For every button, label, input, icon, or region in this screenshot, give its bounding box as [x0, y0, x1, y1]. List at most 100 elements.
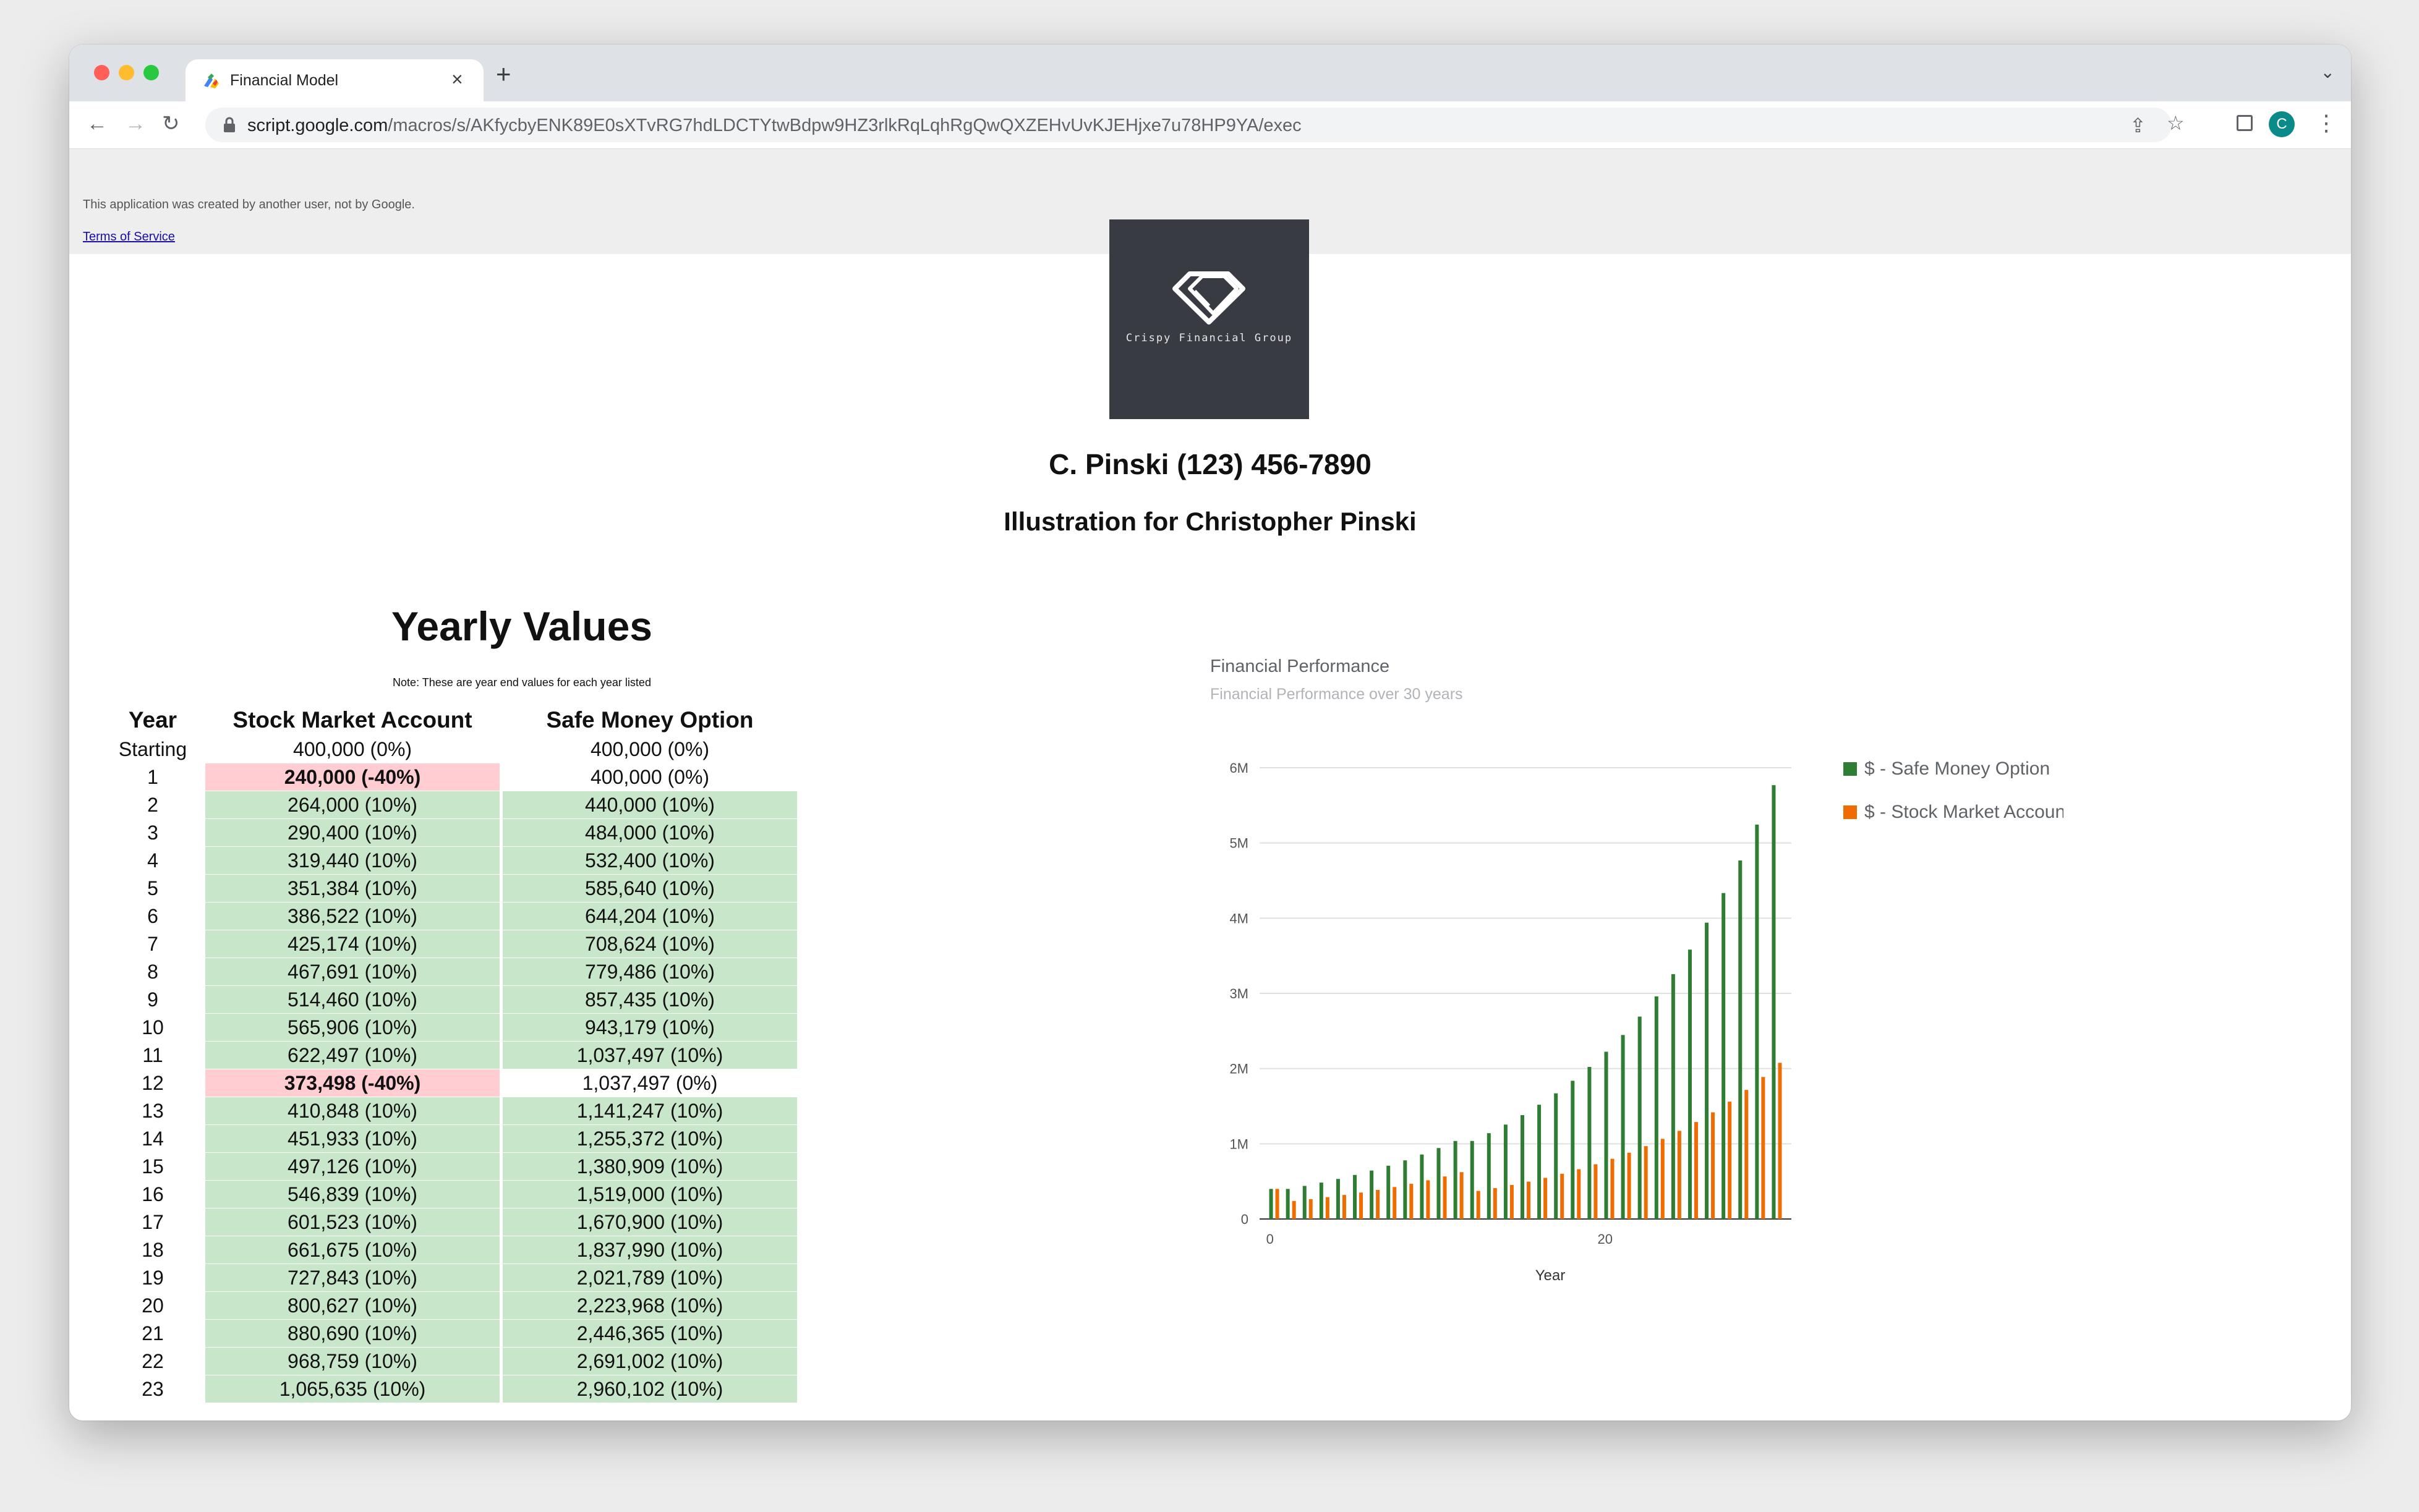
safe-value-cell: 644,204 (10%): [503, 903, 797, 930]
safe-money-bar[interactable]: [1705, 922, 1709, 1219]
safe-money-bar[interactable]: [1604, 1051, 1608, 1219]
logo-text: Crispy Financial Group: [1125, 332, 1293, 344]
url-path: /macros/s/AKfycbyENK89E0sXTvRG7hdLDCTYtw…: [388, 116, 1302, 135]
close-tab-icon[interactable]: ×: [451, 68, 463, 90]
year-cell: 12: [103, 1069, 202, 1097]
stock-market-bar[interactable]: [1560, 1173, 1564, 1219]
stock-market-bar[interactable]: [1342, 1195, 1346, 1219]
stock-market-bar[interactable]: [1660, 1139, 1665, 1219]
table-row: 7 425,174 (10%) 708,624 (10%): [103, 930, 797, 958]
stock-market-bar[interactable]: [1275, 1189, 1279, 1219]
side-panel-icon[interactable]: [2237, 115, 2253, 131]
terms-of-service-link[interactable]: Terms of Service: [83, 230, 175, 244]
safe-money-bar[interactable]: [1487, 1133, 1491, 1219]
stock-market-bar[interactable]: [1644, 1146, 1648, 1219]
stock-market-bar[interactable]: [1711, 1112, 1715, 1219]
safe-money-bar[interactable]: [1353, 1174, 1357, 1219]
stock-market-bar[interactable]: [1359, 1192, 1363, 1219]
safe-value-cell: 943,179 (10%): [503, 1014, 797, 1041]
safe-money-bar[interactable]: [1336, 1179, 1340, 1219]
safe-money-bar[interactable]: [1420, 1154, 1424, 1219]
safe-money-bar[interactable]: [1370, 1170, 1374, 1219]
legend-entry[interactable]: $ - Safe Money Option: [1864, 758, 2050, 779]
stock-market-bar[interactable]: [1476, 1191, 1480, 1219]
safe-money-bar[interactable]: [1755, 824, 1759, 1219]
y-tick-label: 0: [1241, 1212, 1248, 1227]
stock-market-bar[interactable]: [1393, 1187, 1397, 1219]
stock-market-bar[interactable]: [1426, 1180, 1430, 1219]
stock-market-bar[interactable]: [1443, 1176, 1447, 1219]
safe-money-bar[interactable]: [1503, 1124, 1508, 1219]
tab-search-chevron-icon[interactable]: ⌄: [2321, 62, 2335, 82]
y-tick-label: 4M: [1229, 911, 1248, 926]
stock-market-bar[interactable]: [1728, 1102, 1732, 1219]
stock-market-bar[interactable]: [1610, 1158, 1615, 1219]
stock-value-cell: 497,126 (10%): [205, 1153, 500, 1180]
safe-money-bar[interactable]: [1738, 860, 1743, 1219]
safe-money-bar[interactable]: [1286, 1189, 1290, 1219]
legend-entry[interactable]: $ - Stock Market Account: [1864, 802, 2063, 822]
stock-market-bar[interactable]: [1376, 1189, 1380, 1219]
stock-market-bar[interactable]: [1744, 1090, 1749, 1219]
stock-market-bar[interactable]: [1493, 1188, 1497, 1219]
zoom-window-button[interactable]: [143, 65, 159, 80]
safe-money-bar[interactable]: [1571, 1081, 1575, 1219]
safe-money-bar[interactable]: [1587, 1067, 1592, 1219]
stock-market-bar[interactable]: [1409, 1184, 1414, 1219]
safe-money-bar[interactable]: [1554, 1093, 1558, 1219]
year-cell: 6: [103, 903, 202, 930]
stock-market-bar[interactable]: [1677, 1131, 1681, 1219]
stock-market-bar[interactable]: [1527, 1181, 1530, 1219]
stock-market-bar[interactable]: [1459, 1172, 1464, 1219]
back-icon[interactable]: ←: [87, 111, 108, 136]
lock-icon[interactable]: [220, 115, 239, 135]
close-window-button[interactable]: [94, 65, 109, 80]
stock-market-bar[interactable]: [1694, 1122, 1698, 1219]
menu-icon[interactable]: ⋮: [2315, 110, 2337, 136]
safe-value-cell: 2,223,968 (10%): [503, 1292, 797, 1319]
profile-avatar[interactable]: C: [2269, 111, 2295, 137]
stock-market-bar[interactable]: [1325, 1197, 1329, 1219]
stock-market-bar[interactable]: [1308, 1199, 1313, 1219]
safe-money-bar[interactable]: [1436, 1148, 1441, 1219]
safe-value-cell: 1,037,497 (10%): [503, 1042, 797, 1069]
safe-money-bar[interactable]: [1302, 1186, 1307, 1219]
reload-icon[interactable]: ↻: [162, 111, 180, 136]
safe-money-bar[interactable]: [1621, 1035, 1625, 1219]
new-tab-icon[interactable]: +: [496, 59, 511, 89]
safe-value-cell: 2,960,102 (10%): [503, 1375, 797, 1403]
address-bar[interactable]: script.google.com/macros/s/AKfycbyENK89E…: [205, 108, 2185, 142]
stock-market-bar[interactable]: [1543, 1178, 1548, 1219]
safe-money-bar[interactable]: [1269, 1189, 1273, 1219]
safe-money-bar[interactable]: [1721, 893, 1726, 1219]
safe-money-bar[interactable]: [1654, 996, 1658, 1219]
stock-value-cell: 410,848 (10%): [205, 1097, 500, 1124]
stock-market-bar[interactable]: [1577, 1169, 1581, 1219]
safe-money-bar[interactable]: [1637, 1016, 1642, 1219]
safe-money-bar[interactable]: [1470, 1140, 1474, 1219]
stock-value-cell: 514,460 (10%): [205, 986, 500, 1013]
safe-money-bar[interactable]: [1772, 785, 1776, 1219]
safe-money-bar[interactable]: [1671, 974, 1675, 1219]
safe-money-bar[interactable]: [1386, 1165, 1391, 1219]
yearly-values-note: Note: These are year end values for each…: [393, 676, 651, 689]
tab-financial-model[interactable]: Financial Model ×: [186, 59, 484, 101]
star-icon[interactable]: ☆: [2167, 111, 2185, 135]
forward-icon[interactable]: →: [125, 111, 146, 136]
stock-market-bar[interactable]: [1593, 1164, 1598, 1219]
stock-market-bar[interactable]: [1761, 1077, 1765, 1219]
safe-money-bar[interactable]: [1453, 1140, 1457, 1219]
stock-market-bar[interactable]: [1627, 1152, 1631, 1219]
table-body: Starting 400,000 (0%) 400,000 (0%) 1 240,000…: [103, 736, 797, 1403]
share-icon[interactable]: ⇪: [2130, 114, 2146, 137]
safe-money-bar[interactable]: [1403, 1160, 1407, 1219]
safe-money-bar[interactable]: [1521, 1115, 1524, 1219]
minimize-window-button[interactable]: [119, 65, 134, 80]
safe-money-bar[interactable]: [1687, 949, 1692, 1219]
safe-money-bar[interactable]: [1319, 1183, 1323, 1219]
safe-money-bar[interactable]: [1537, 1105, 1542, 1219]
stock-market-bar[interactable]: [1778, 1063, 1782, 1219]
stock-market-bar[interactable]: [1292, 1200, 1296, 1219]
year-cell: 19: [103, 1264, 202, 1291]
stock-market-bar[interactable]: [1509, 1185, 1514, 1219]
